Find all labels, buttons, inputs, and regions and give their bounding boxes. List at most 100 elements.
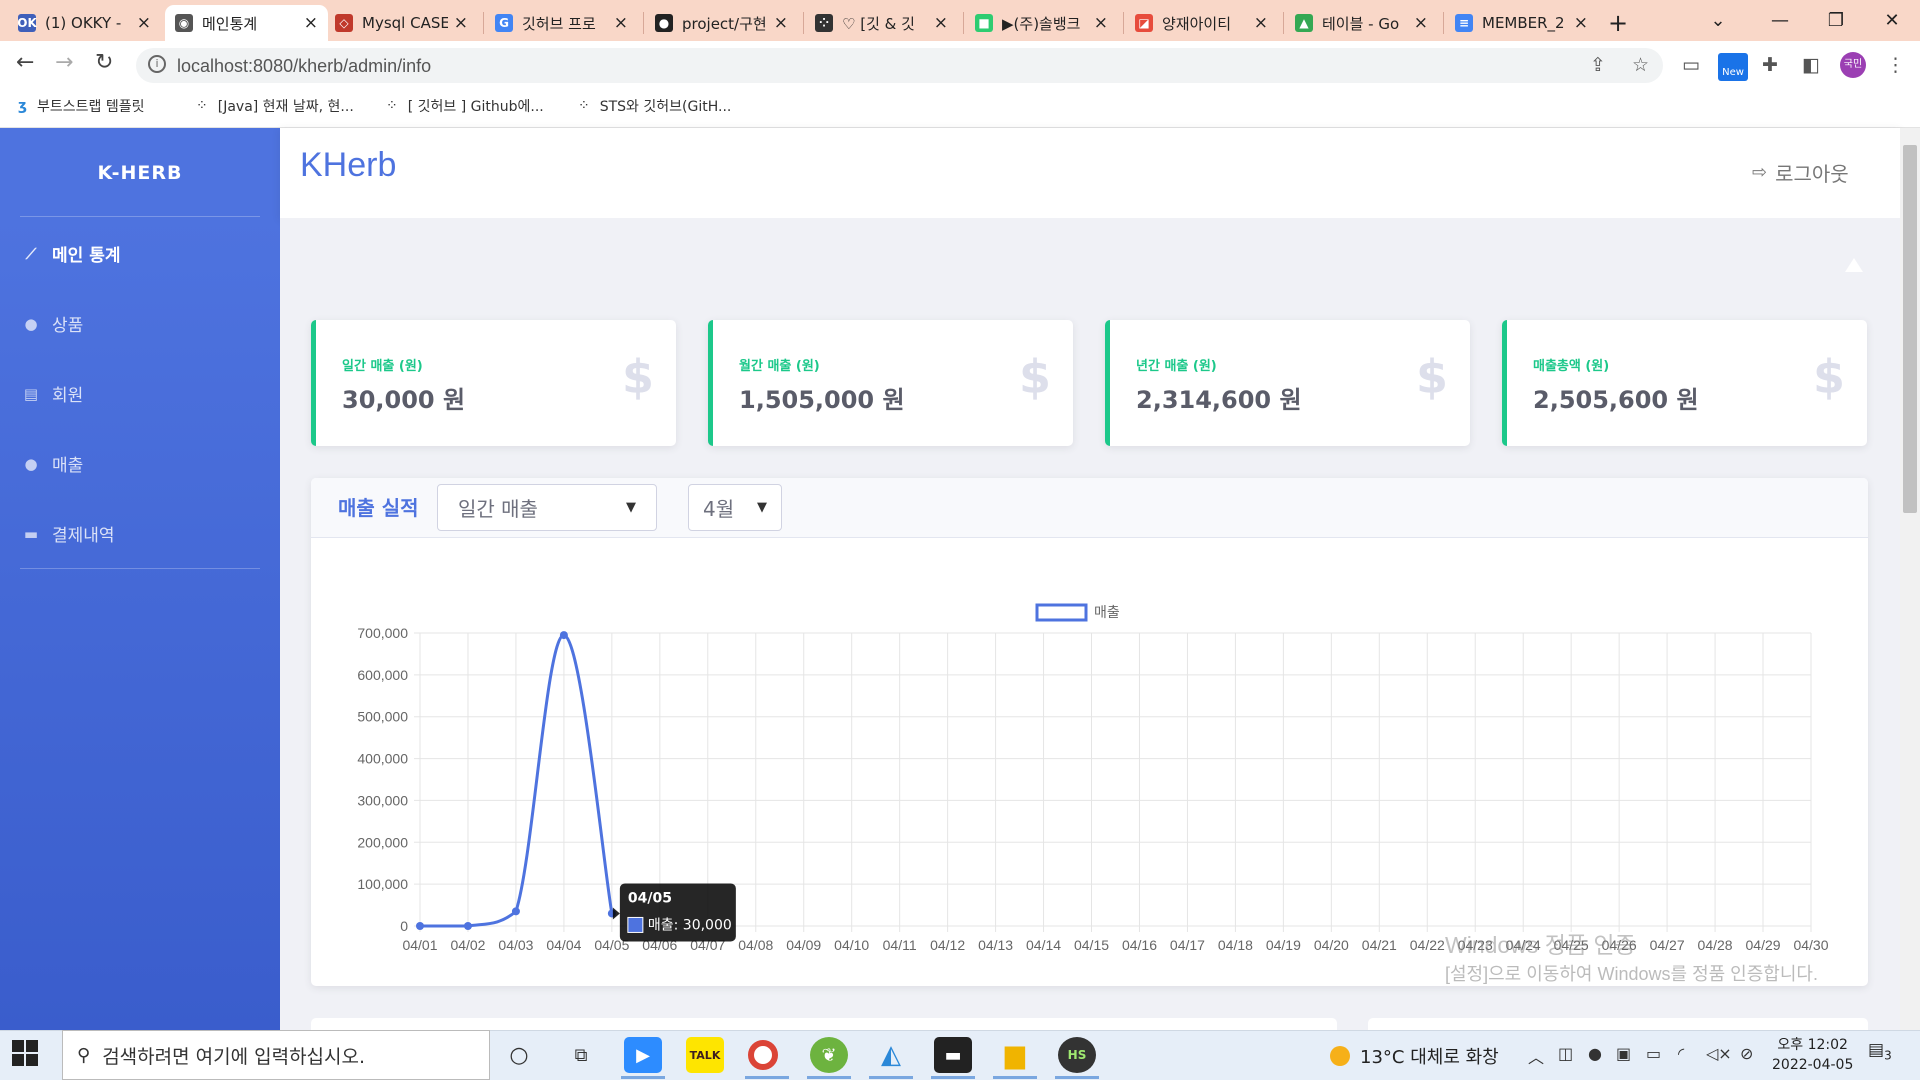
restore-button[interactable]: ❐ [1808,0,1864,40]
notifications-icon[interactable]: ▤3 [1868,1040,1892,1062]
task-view-icon[interactable]: ⧉ [562,1037,600,1073]
x-tick-label: 04/17 [1170,937,1205,953]
minimize-button[interactable]: — [1752,0,1808,40]
chevron-down-icon: ▼ [626,500,636,515]
heidisql-app-icon[interactable]: HS [1058,1037,1096,1073]
new-tab-button[interactable]: + [1598,5,1638,41]
search-placeholder: 검색하려면 여기에 입력하십시오. [102,1045,366,1068]
sidebar-brand[interactable]: K-HERB [0,162,280,184]
close-icon[interactable]: × [1414,13,1428,33]
close-icon[interactable]: × [934,13,948,33]
tab-2[interactable]: ◉ 메인통계 × [165,5,328,41]
sidebar-item-4[interactable]: ● 매출 [20,451,83,477]
stat-card-value: 1,505,000 원 [739,386,905,414]
microphone-icon[interactable]: ● [1588,1044,1602,1063]
x-tick-label: 04/28 [1698,937,1733,953]
scroll-top-icon[interactable] [1845,258,1863,272]
close-icon[interactable]: × [137,13,151,33]
running-indicator [621,1076,665,1079]
docs-icon: ≡ [1455,14,1473,32]
bookmark-item[interactable]: ⁘ [ 깃허브 ] Github에... [386,96,544,116]
tab-search-icon[interactable]: ⌄ [1690,0,1746,40]
extensions-icon[interactable]: ✚ [1762,54,1778,76]
bookmark-item[interactable]: ʒ 부트스트랩 템플릿 [18,96,144,116]
page-logo[interactable]: KHerb [300,146,396,185]
cast-icon[interactable]: ▭ [1682,54,1700,76]
close-icon[interactable]: × [1574,13,1588,33]
bookmark-item[interactable]: ⁘ [Java] 현재 날짜, 현... [196,96,354,116]
sidebar-item-5[interactable]: ▬ 결제내역 [20,521,115,547]
running-indicator [931,1076,975,1079]
side-panel-icon[interactable]: ◧ [1802,54,1820,76]
x-tick-label: 04/19 [1266,937,1301,953]
x-tick-label: 04/12 [930,937,965,953]
zoom-app-icon[interactable]: ▶ [624,1037,662,1073]
tab-1[interactable]: OK (1) OKKY - × [8,5,161,41]
tab-5[interactable]: ● project/구현 × [645,5,798,41]
sales-line-chart[interactable]: 04/01 04/02 04/03 04/04 04/05 04/06 04/07 04/08… [311,538,1868,986]
close-icon[interactable]: × [614,13,628,33]
reload-icon[interactable]: ↻ [95,50,113,75]
month-select[interactable]: 4월 ▼ [688,484,782,531]
battery-icon[interactable]: ▭ [1646,1044,1661,1063]
weather-widget[interactable]: 13°C 대체로 화창 [1330,1043,1499,1069]
tab-6[interactable]: ⁘ ♡ [깃 & 깃 × [805,5,958,41]
y-tick-label: 700,000 [357,625,408,641]
y-tick-label: 500,000 [357,709,408,725]
taskbar-clock[interactable]: 오후 12:02 2022-04-05 [1772,1035,1853,1075]
webcam-icon[interactable]: ◫ [1558,1044,1573,1063]
dollar-icon: $ [1018,350,1051,404]
chrome-app-icon[interactable] [748,1040,778,1070]
ime-icon[interactable]: ⊘ [1740,1044,1753,1063]
sales-data-point [511,907,520,916]
wifi-icon[interactable]: ◜ [1678,1044,1684,1063]
display-icon[interactable]: ▣ [1616,1044,1631,1063]
close-icon[interactable]: × [1094,13,1108,33]
terminal-app-icon[interactable]: ▬ [934,1037,972,1073]
logout-button[interactable]: ⇨ 로그아웃 [1752,158,1849,187]
tray-expand-icon[interactable]: ︿ [1528,1044,1544,1068]
forward-icon[interactable]: → [55,50,73,75]
okky-icon: OK [17,14,37,32]
new-extension-icon[interactable]: New [1718,53,1748,81]
notepad-app-icon[interactable]: ◭ [872,1037,910,1073]
sidebar-item-label: 결제내역 [52,526,115,546]
back-icon[interactable]: ← [16,50,34,75]
tab-title: (1) OKKY - [45,14,122,32]
tab-3[interactable]: ◇ Mysql CASE × [325,5,478,41]
sidebar-item-3[interactable]: ▤ 회원 [20,381,83,407]
tab-10[interactable]: ≡ MEMBER_2 × [1445,5,1598,41]
x-tick-label: 04/02 [450,937,485,953]
tab-9[interactable]: ▲ 테이블 - Go × [1285,5,1438,41]
share-icon[interactable]: ⇪ [1590,54,1606,76]
windows-start-icon[interactable] [12,1040,38,1066]
tab-7[interactable]: ■ ▶(주)솔뱅크 × [965,5,1118,41]
bookmark-item[interactable]: ⁘ STS와 깃허브(GitH... [578,96,731,116]
period-select-value: 일간 매출 [458,497,538,521]
tab-8[interactable]: ◪ 양재아이티 × [1125,5,1278,41]
close-icon[interactable]: × [774,13,788,33]
spring-app-icon[interactable]: ❦ [810,1037,848,1073]
info-icon[interactable]: i [148,55,166,73]
cortana-icon[interactable]: ○ [500,1037,538,1073]
stat-card: 월간 매출 (원) 1,505,000 원 $ [708,320,1073,446]
close-icon[interactable]: × [454,13,468,33]
browser-menu-icon[interactable]: ⋮ [1886,54,1905,76]
kakaotalk-app-icon[interactable]: TALK [686,1037,724,1073]
star-icon[interactable]: ☆ [1632,54,1649,76]
sidebar-item-1[interactable]: ⟋ 메인 통계 [20,241,121,267]
tab-4[interactable]: G 깃허브 프로 × [485,5,638,41]
scrollbar-thumb[interactable] [1903,145,1917,513]
sidebar-item-2[interactable]: ● 상품 [20,311,83,337]
close-icon[interactable]: × [1254,13,1268,33]
url-text[interactable]: localhost:8080/kherb/admin/info [177,56,431,77]
period-select[interactable]: 일간 매출 ▼ [437,484,657,531]
running-indicator [745,1076,789,1079]
file-explorer-icon[interactable]: ▆ [996,1037,1034,1073]
taskbar-search-input[interactable]: ⚲ 검색하려면 여기에 입력하십시오. [62,1030,490,1080]
profile-avatar[interactable]: 국민 [1840,52,1866,78]
volume-muted-icon[interactable]: ◁× [1706,1044,1732,1063]
bookmark-label: 부트스트랩 템플릿 [36,99,145,115]
close-icon[interactable]: × [304,13,318,33]
close-window-button[interactable]: ✕ [1864,0,1920,40]
